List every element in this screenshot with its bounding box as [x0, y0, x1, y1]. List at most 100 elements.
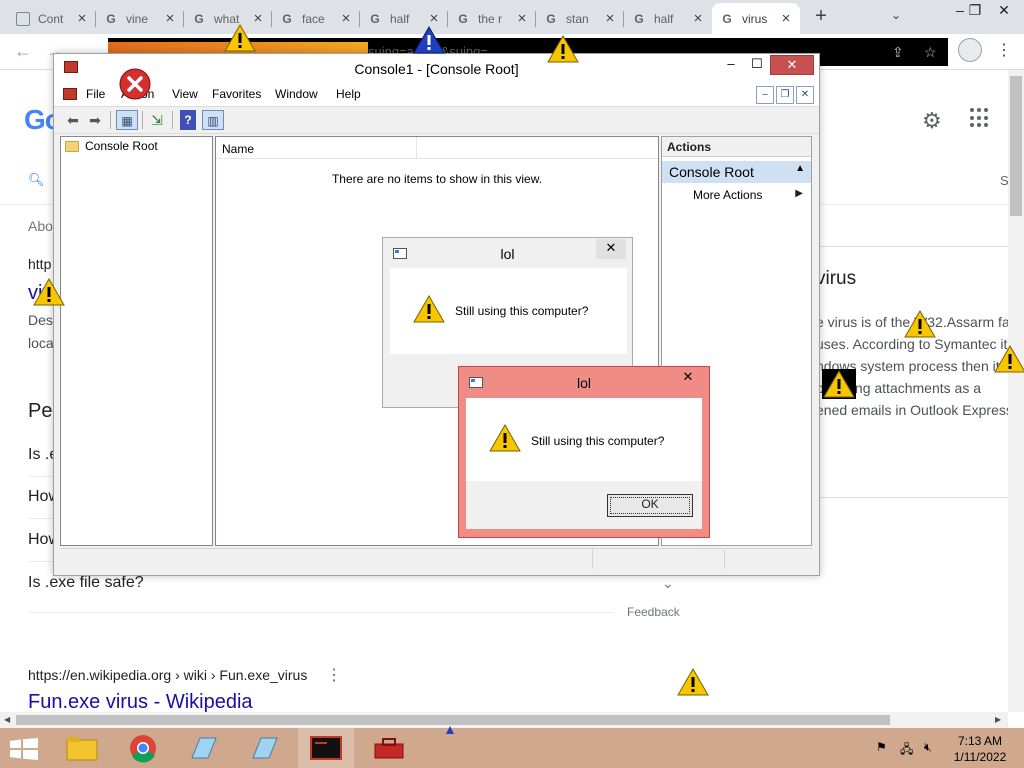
- menu-help[interactable]: Help: [336, 87, 361, 101]
- close-window-icon[interactable]: ✕: [984, 0, 1024, 30]
- tab-search-icon[interactable]: ⌄: [891, 8, 901, 22]
- child-minimize-icon[interactable]: –: [756, 86, 774, 104]
- horizontal-scrollbar[interactable]: ◀ ▶: [0, 712, 1008, 728]
- browser-tab[interactable]: G stan ×: [536, 3, 624, 34]
- show-action-pane-icon[interactable]: ▥: [202, 110, 224, 130]
- close-icon[interactable]: ×: [602, 10, 618, 27]
- back-icon[interactable]: ⬅: [62, 110, 84, 130]
- close-icon[interactable]: ×: [162, 10, 178, 27]
- feedback-link[interactable]: Feedback: [627, 605, 680, 619]
- wiki-result-url[interactable]: https://en.wikipedia.org › wiki › Fun.ex…: [28, 667, 307, 683]
- close-icon[interactable]: ×: [426, 10, 442, 27]
- dialog-titlebar[interactable]: lol ✕: [459, 367, 709, 395]
- google-icon: G: [370, 11, 380, 26]
- scrollbar-thumb[interactable]: [16, 715, 890, 725]
- scroll-left-icon[interactable]: ◀: [4, 715, 10, 724]
- console-icon[interactable]: [63, 88, 77, 100]
- forward-icon[interactable]: ➡: [84, 110, 106, 130]
- ok-button[interactable]: OK: [607, 494, 693, 517]
- network-icon[interactable]: 🖧︎: [900, 740, 913, 761]
- close-icon[interactable]: ×: [690, 10, 706, 27]
- result-url[interactable]: http: [28, 256, 51, 272]
- menu-view[interactable]: View: [172, 87, 198, 101]
- maximize-icon[interactable]: ☐: [744, 55, 770, 75]
- help-icon[interactable]: ?: [180, 110, 196, 130]
- menu-file[interactable]: File: [86, 87, 105, 101]
- close-icon[interactable]: ×: [338, 10, 354, 27]
- export-list-icon[interactable]: ⇲: [146, 110, 168, 130]
- chrome-icon: [130, 735, 156, 763]
- close-icon[interactable]: ×: [778, 10, 794, 27]
- column-header: Name: [216, 137, 658, 159]
- actions-group-console-root[interactable]: Console Root ▲: [662, 161, 811, 183]
- new-tab-button[interactable]: +: [810, 6, 832, 28]
- notepad-icon: [191, 737, 217, 759]
- status-divider: [592, 549, 593, 569]
- close-icon[interactable]: ✕: [770, 55, 814, 75]
- file-explorer-button[interactable]: [54, 728, 110, 768]
- column-divider[interactable]: [416, 137, 417, 159]
- faq-question[interactable]: Is .exe file safe?: [28, 574, 144, 592]
- toolbar-separator: [142, 111, 143, 129]
- clock[interactable]: 7:13 AM 1/11/2022: [944, 733, 1016, 765]
- close-icon[interactable]: ✕: [673, 368, 703, 388]
- error-icon: [119, 68, 151, 100]
- search-tab-icon[interactable]: 🔍︎: [28, 172, 45, 188]
- more-actions-item[interactable]: More Actions: [693, 188, 762, 202]
- feedback-divider: [28, 612, 613, 613]
- scrollbar-thumb[interactable]: [1010, 76, 1022, 216]
- warning-icon: [677, 668, 709, 696]
- browser-tab[interactable]: G half ×: [624, 3, 712, 34]
- folder-icon: [65, 140, 79, 152]
- more-options-icon[interactable]: ⋮: [326, 665, 342, 685]
- warning-icon-inverted: [822, 369, 856, 399]
- notepad-button[interactable]: [176, 728, 232, 768]
- close-icon[interactable]: ×: [514, 10, 530, 27]
- vertical-scrollbar[interactable]: [1008, 70, 1024, 712]
- google-apps-icon[interactable]: [970, 108, 990, 128]
- tree-item-console-root[interactable]: Console Root: [65, 139, 158, 153]
- collapse-up-icon[interactable]: ▲: [795, 163, 805, 174]
- browser-tab-active[interactable]: G virus ×: [712, 3, 800, 34]
- dialog-titlebar[interactable]: lol ✕: [383, 238, 632, 266]
- column-header-name[interactable]: Name: [222, 142, 254, 156]
- desktop: Cont × G vine × G what × G face × G half…: [0, 0, 1024, 768]
- windows-start-icon[interactable]: [10, 738, 38, 760]
- child-close-icon[interactable]: ✕: [796, 86, 814, 104]
- console-icon: [310, 736, 342, 760]
- close-icon[interactable]: ✕: [596, 239, 626, 259]
- chrome-button[interactable]: [115, 728, 171, 768]
- child-restore-icon[interactable]: ❐: [776, 86, 794, 104]
- warning-icon: [224, 24, 256, 52]
- volume-muted-icon[interactable]: 🔇︎: [924, 740, 932, 755]
- wiki-result-title[interactable]: Fun.exe virus - Wikipedia: [28, 691, 253, 714]
- show-console-tree-icon[interactable]: ▦: [116, 110, 138, 130]
- notepad-button[interactable]: [237, 728, 293, 768]
- chevron-down-icon[interactable]: ⌄: [662, 575, 674, 592]
- browser-tab[interactable]: G vine ×: [96, 3, 184, 34]
- share-icon[interactable]: ⇪: [892, 44, 904, 61]
- back-arrow-icon[interactable]: ←: [14, 41, 32, 62]
- toolbox-button[interactable]: [361, 728, 417, 768]
- google-icon: G: [106, 11, 116, 26]
- tab-title: half: [390, 11, 410, 26]
- settings-gear-icon[interactable]: ⚙: [922, 108, 942, 134]
- tab-title: face: [302, 11, 325, 26]
- scroll-right-icon[interactable]: ▶: [995, 715, 1001, 724]
- browser-tab[interactable]: G face ×: [272, 3, 360, 34]
- warning-icon: [446, 726, 454, 734]
- browser-menu-icon[interactable]: ⋮: [996, 40, 1012, 60]
- action-center-flag-icon[interactable]: ⚑: [876, 740, 887, 754]
- minimize-icon[interactable]: –: [718, 55, 744, 75]
- browser-tab[interactable]: G the r ×: [448, 3, 536, 34]
- results-about: Abo: [28, 218, 53, 234]
- menu-window[interactable]: Window: [275, 87, 318, 101]
- bookmark-star-icon[interactable]: ☆: [924, 44, 937, 61]
- command-prompt-button[interactable]: [298, 728, 354, 768]
- mmc-titlebar[interactable]: Console1 - [Console Root] – ☐ ✕: [54, 54, 819, 82]
- profile-avatar[interactable]: [958, 38, 982, 62]
- google-icon: G: [194, 11, 204, 26]
- browser-tab[interactable]: Cont ×: [8, 3, 96, 34]
- menu-favorites[interactable]: Favorites: [212, 87, 261, 101]
- close-icon[interactable]: ×: [74, 10, 90, 27]
